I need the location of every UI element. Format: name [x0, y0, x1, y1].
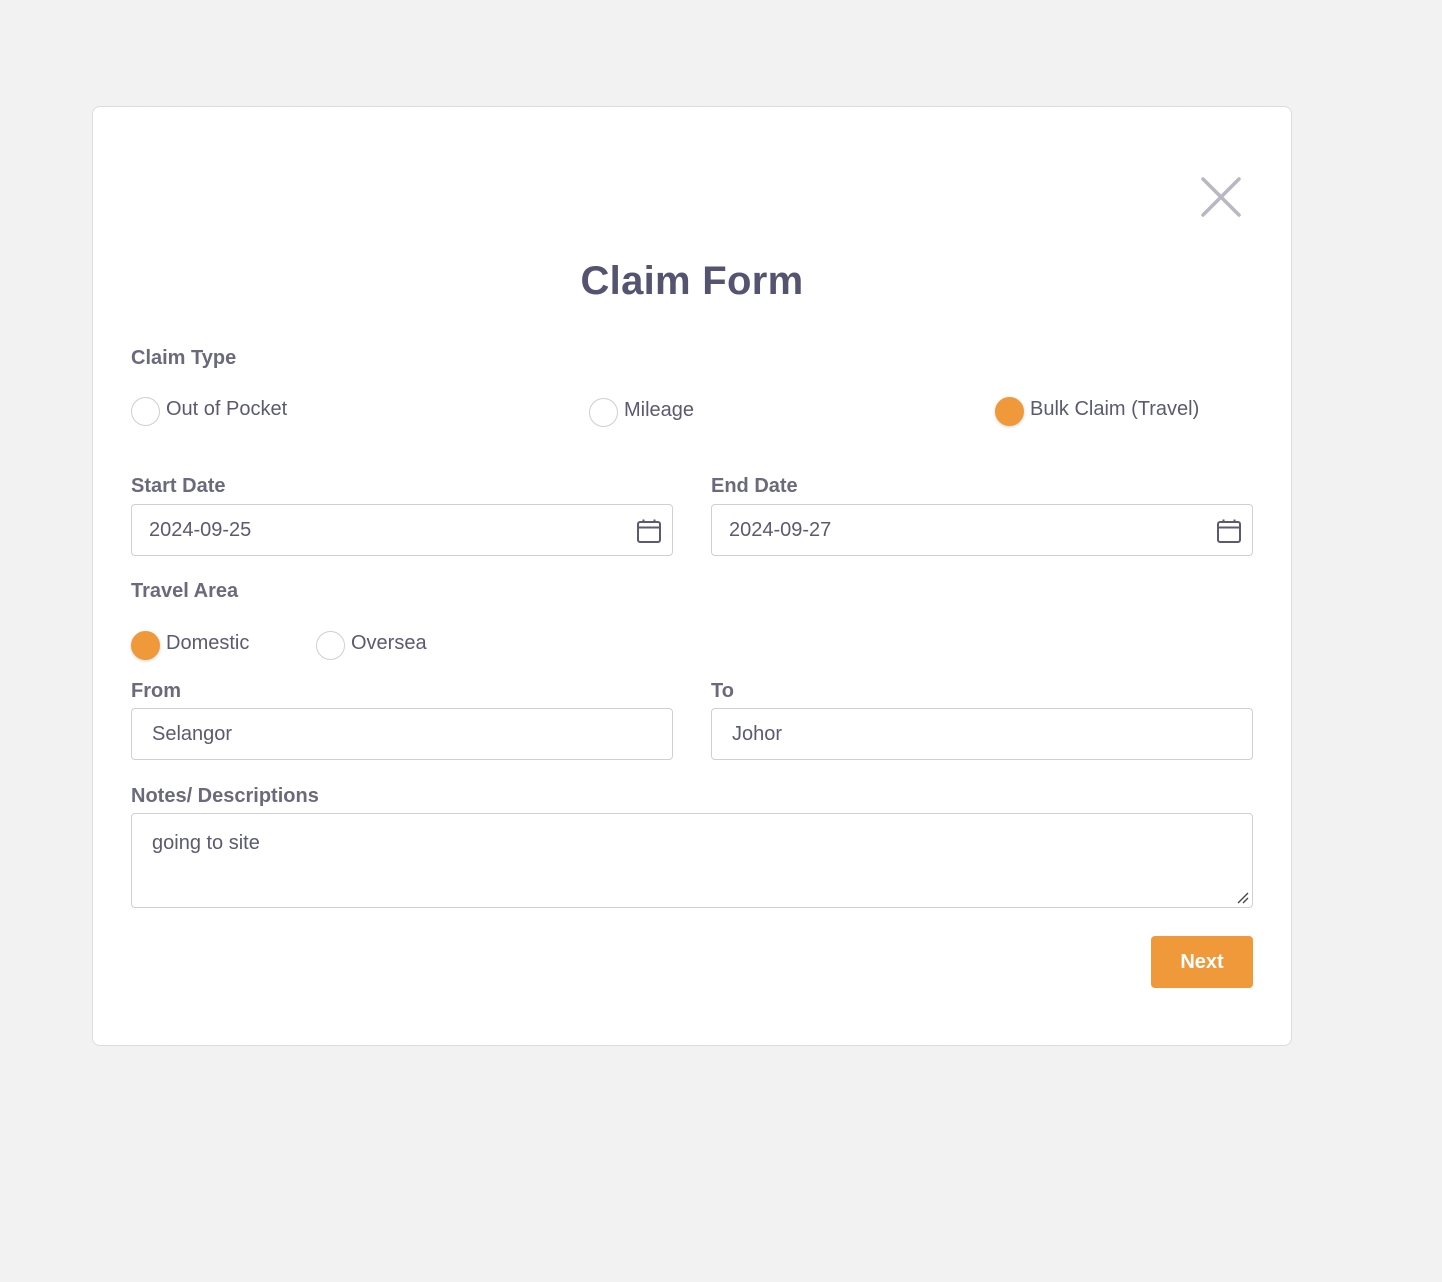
radio-domestic[interactable]: Domestic	[131, 627, 249, 660]
claim-form-modal: Claim Form Claim Type Out of Pocket Mile…	[92, 106, 1292, 1046]
notes-value: going to site	[152, 832, 260, 854]
claim-type-label: Claim Type	[131, 347, 237, 369]
notes-label: Notes/ Descriptions	[131, 785, 319, 807]
radio-label: Bulk Claim (Travel)	[1030, 398, 1200, 420]
resize-handle-icon[interactable]	[1234, 889, 1250, 905]
from-value: Selangor	[152, 722, 233, 745]
radio-mileage[interactable]: Mileage	[589, 394, 694, 427]
notes-textarea[interactable]: going to site	[131, 813, 1253, 908]
from-label: From	[131, 680, 181, 702]
start-date-value: 2024-09-25	[149, 518, 252, 541]
radio-button[interactable]	[131, 397, 160, 426]
calendar-icon[interactable]	[1216, 518, 1242, 544]
to-input[interactable]: Johor	[711, 708, 1253, 760]
end-date-input[interactable]: 2024-09-27	[711, 504, 1253, 556]
radio-label: Domestic	[166, 632, 250, 654]
next-button[interactable]: Next	[1151, 936, 1253, 988]
end-date-label: End Date	[711, 475, 798, 497]
page-title: Claim Form	[580, 259, 804, 303]
radio-out-of-pocket[interactable]: Out of Pocket	[131, 393, 287, 426]
radio-label: Oversea	[351, 632, 427, 654]
calendar-icon[interactable]	[636, 518, 662, 544]
to-label: To	[711, 680, 734, 702]
to-value: Johor	[732, 722, 783, 745]
radio-button[interactable]	[316, 631, 345, 660]
start-date-label: Start Date	[131, 475, 226, 497]
radio-button-selected[interactable]	[131, 631, 160, 660]
radio-button[interactable]	[589, 398, 618, 427]
close-icon[interactable]	[1199, 175, 1243, 219]
travel-area-label: Travel Area	[131, 580, 239, 602]
radio-button-selected[interactable]	[995, 397, 1024, 426]
radio-label: Mileage	[624, 399, 695, 421]
from-input[interactable]: Selangor	[131, 708, 673, 760]
radio-label: Out of Pocket	[166, 398, 288, 420]
radio-oversea[interactable]: Oversea	[316, 627, 427, 660]
end-date-value: 2024-09-27	[729, 518, 832, 541]
radio-bulk-claim-travel[interactable]: Bulk Claim (Travel)	[995, 393, 1199, 426]
start-date-input[interactable]: 2024-09-25	[131, 504, 673, 556]
